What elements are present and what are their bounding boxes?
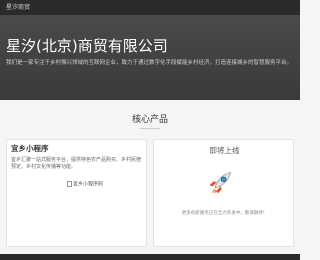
qrcode-image-alt: 宜乡小程序码 [73,181,104,188]
company-intro: 我们是一家专注于乡村振兴领域的互联网企业，致力于通过数字化手段赋能乡村经济，打造… [6,60,293,66]
brand-logo-text[interactable]: 星汐商贸 [6,3,30,12]
top-navbar: 星汐商贸 [0,0,300,15]
coming-soon-description: 更多创新服务正在全力开发中，敬请期待！ [181,211,268,216]
hero-banner: 星汐(北京)商贸有限公司 我们是一家专注于乡村振兴领域的互联网企业，致力于通过数… [0,15,300,100]
product-title: 宜乡小程序 [11,144,49,153]
broken-image-icon [67,181,72,187]
section-title: 核心产品 [131,115,168,125]
coming-soon-title: 即将上线 [209,146,240,155]
page-footer [0,254,300,260]
company-title: 星汐(北京)商贸有限公司 [6,37,168,55]
qrcode-image: 宜乡小程序码 [67,181,103,189]
product-card-yixiang: 宜乡小程序 宜乡汇聚一站式服务平台，提供特色农产品购买、乡村民宿预定、乡村文化传… [6,139,147,247]
product-description: 宜乡汇聚一站式服务平台，提供特色农产品购买、乡村民宿预定、乡村文化传播等功能。 [11,157,142,170]
product-card-coming-soon: 即将上线 更多创新服务正在全力开发中，敬请期待！ [153,139,294,247]
rocket-icon [209,172,231,194]
section-divider [140,128,160,129]
